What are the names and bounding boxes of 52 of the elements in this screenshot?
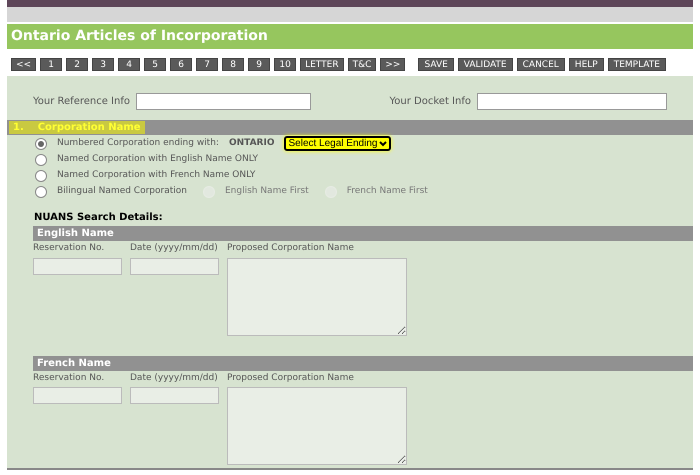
action-button[interactable]: HELP: [568, 58, 604, 71]
group-heading: French Name: [33, 356, 693, 370]
option-label: Named Corporation with French Name ONLY: [57, 168, 256, 182]
nuans-heading: NUANS Search Details:: [34, 211, 164, 225]
option-label: Bilingual Named Corporation: [57, 184, 187, 198]
radio-button[interactable]: [35, 138, 47, 150]
nav-button[interactable]: 4: [118, 58, 140, 71]
nav-button[interactable]: 6: [170, 58, 192, 71]
chevron-icon: [379, 140, 388, 146]
suffix-text: ONTARIO: [228, 136, 274, 150]
name-textarea[interactable]: [227, 258, 407, 336]
action-button[interactable]: CANCEL: [516, 58, 565, 71]
docket-input[interactable]: [477, 92, 667, 110]
date-input[interactable]: [130, 258, 219, 274]
option-label: French Name First: [346, 184, 428, 198]
nav-button[interactable]: 2: [66, 58, 88, 71]
nav-button[interactable]: >>: [380, 58, 406, 71]
nav-button[interactable]: 5: [144, 58, 166, 71]
nav-button[interactable]: 3: [92, 58, 114, 71]
option-label: Named Corporation with English Name ONLY: [57, 152, 258, 166]
nav-button[interactable]: 9: [248, 58, 270, 71]
field-label: Your Reference Info: [33, 94, 130, 108]
action-button[interactable]: SAVE: [418, 58, 454, 71]
column-label: Date (yyyy/mm/dd): [130, 372, 219, 384]
nav-button[interactable]: <<: [11, 58, 36, 71]
column-label: Proposed Corporation Name: [227, 372, 355, 384]
radio-button[interactable]: [35, 154, 47, 166]
nav-button[interactable]: 8: [222, 58, 244, 71]
radio-button[interactable]: [35, 186, 47, 198]
reservation-input[interactable]: [33, 387, 122, 404]
nav-button[interactable]: 10: [274, 58, 296, 71]
field-label: Your Docket Info: [390, 94, 471, 108]
action-button[interactable]: VALIDATE: [458, 58, 513, 71]
nav-button[interactable]: 1: [40, 58, 62, 71]
column-label: Date (yyyy/mm/dd): [130, 242, 219, 255]
column-label: Reservation No.: [33, 242, 106, 255]
nav-button[interactable]: LETTER: [300, 58, 344, 71]
radio-button[interactable]: [35, 170, 47, 182]
name-textarea[interactable]: [227, 387, 407, 465]
option-label: English Name First: [224, 184, 309, 198]
reservation-input[interactable]: [33, 258, 122, 274]
date-input[interactable]: [130, 387, 219, 404]
option-label: Numbered Corporation ending with:: [57, 136, 219, 150]
page-title: Ontario Articles of Incorporation: [7, 24, 693, 49]
column-label: Proposed Corporation Name: [227, 242, 355, 255]
reference-input[interactable]: [136, 92, 311, 110]
nav-button[interactable]: 7: [196, 58, 218, 71]
column-label: Reservation No.: [33, 372, 106, 384]
legal-ending-select[interactable]: Select Legal Ending: [284, 136, 392, 151]
group-heading: English Name: [33, 226, 693, 241]
action-button[interactable]: TEMPLATE: [608, 58, 666, 71]
nav-button[interactable]: T&C: [348, 58, 376, 71]
